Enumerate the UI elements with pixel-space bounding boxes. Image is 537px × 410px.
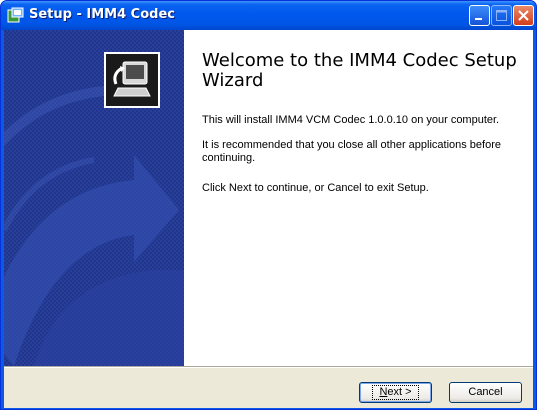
next-button-label: Next > — [372, 385, 419, 400]
wizard-heading: Welcome to the IMM4 Codec Setup Wizard — [202, 50, 517, 91]
maximize-icon — [496, 10, 507, 21]
next-button[interactable]: Next > — [359, 382, 432, 403]
dialog-client-area: Welcome to the IMM4 Codec Setup Wizard T… — [4, 30, 533, 408]
minimize-button[interactable] — [469, 5, 490, 26]
continue-instructions-text: Click Next to continue, or Cancel to exi… — [202, 182, 429, 194]
wizard-side-image — [4, 30, 184, 366]
next-label-rest: ext > — [387, 386, 412, 398]
minimize-icon — [475, 18, 482, 20]
install-computer-icon — [113, 61, 151, 97]
close-icon — [518, 10, 529, 21]
wizard-content: Welcome to the IMM4 Codec Setup Wizard T… — [184, 30, 533, 366]
installer-logo — [104, 52, 160, 108]
setup-window: Setup - IMM4 Codec Welcome to the IMM4 C… — [0, 0, 537, 410]
cancel-button[interactable]: Cancel — [449, 382, 522, 403]
install-info-text: This will install IMM4 VCM Codec 1.0.0.1… — [202, 114, 500, 126]
maximize-button[interactable] — [491, 5, 512, 26]
close-apps-text: It is recommended that you close all oth… — [202, 139, 501, 164]
window-title: Setup - IMM4 Codec — [29, 7, 175, 22]
button-area-divider — [4, 366, 533, 368]
title-bar[interactable]: Setup - IMM4 Codec — [1, 1, 536, 30]
close-button[interactable] — [513, 5, 534, 26]
setup-installer-icon — [7, 7, 24, 23]
